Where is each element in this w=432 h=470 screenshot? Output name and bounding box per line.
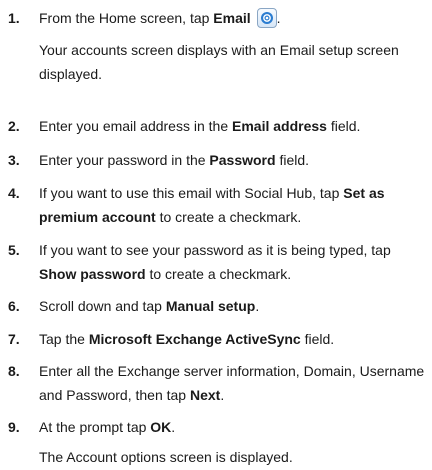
step-number: 3.: [8, 152, 20, 168]
step-text: Scroll down and tap Manual setup.: [39, 298, 260, 314]
step-text: Tap the Microsoft Exchange ActiveSync fi…: [39, 331, 335, 347]
step-text: Enter you email address in the Email add…: [39, 118, 361, 134]
step-number: 9.: [8, 419, 20, 435]
step-text: At the prompt tap OK.: [39, 419, 176, 435]
step-text: If you want to see your password as it i…: [39, 242, 391, 282]
step-text: Enter all the Exchange server informatio…: [39, 363, 425, 403]
email-app-icon: [256, 8, 277, 28]
step-text: From the Home screen, tap Email.: [39, 8, 281, 28]
step-number: 1.: [8, 10, 20, 26]
step-1-result: Your accounts screen displays with an Em…: [39, 42, 399, 82]
step-text: Enter your password in the Password fiel…: [39, 152, 310, 168]
step-number: 4.: [8, 185, 20, 201]
step-number: 7.: [8, 331, 20, 347]
step-number: 8.: [8, 363, 20, 379]
step-9-result: The Account options screen is displayed.: [39, 449, 293, 465]
step-number: 5.: [8, 242, 20, 258]
email-term: Email: [213, 10, 251, 26]
instruction-page: 1. From the Home screen, tap Email. Your…: [0, 0, 432, 470]
step-number: 6.: [8, 298, 20, 314]
step-number: 2.: [8, 118, 20, 134]
step-text: If you want to use this email with Socia…: [39, 185, 385, 225]
